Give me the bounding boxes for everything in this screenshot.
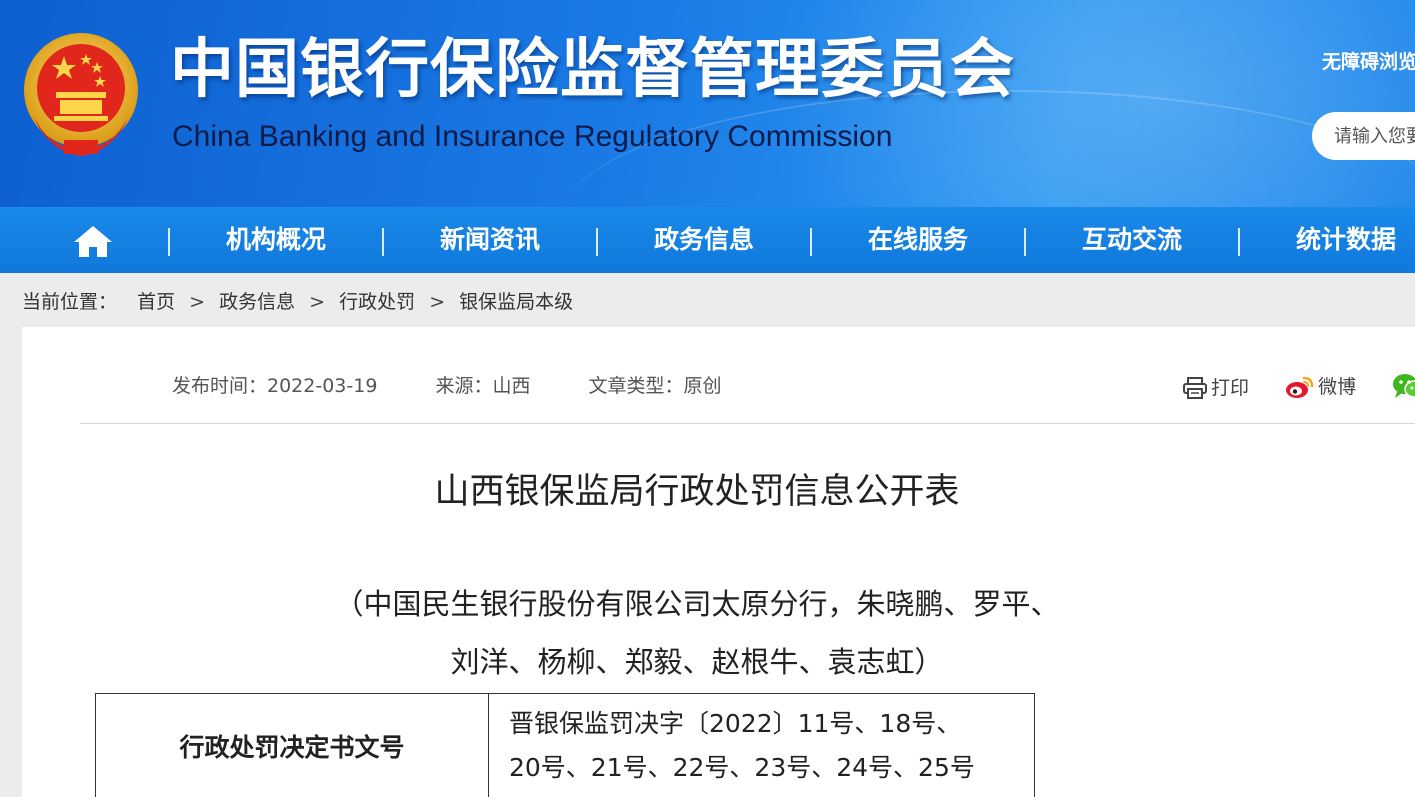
article-source: 来源：山西 — [435, 375, 531, 397]
nav-item-news[interactable]: 新闻资讯 — [383, 207, 597, 273]
breadcrumb-label: 当前位置： — [22, 291, 118, 313]
table-row: 行政处罚决定书文号 晋银保监罚决字〔2022〕11号、18号、 20号、21号、… — [95, 693, 1035, 797]
wechat-share-button[interactable]: 微信 — [1392, 369, 1415, 403]
weibo-label: 微博 — [1318, 376, 1357, 398]
weibo-share-button[interactable]: 微博 — [1285, 370, 1356, 404]
breadcrumb: 当前位置： 首页 > 政务信息 > 行政处罚 > 银保监局本级 — [22, 285, 573, 319]
decision-number-line: 晋银保监罚决字〔2022〕11号、18号、 — [509, 708, 962, 738]
article-type: 文章类型：原创 — [588, 375, 722, 397]
nav-item-about[interactable]: 机构概况 — [169, 207, 383, 273]
printer-icon — [1183, 377, 1207, 399]
decision-number-line: 20号、21号、22号、23号、24号、25号 — [509, 752, 975, 782]
site-title-cn: 中国银行保险监督管理委员会 — [170, 33, 1015, 107]
breadcrumb-current[interactable]: 银保监局本级 — [459, 285, 573, 319]
breadcrumb-separator: > — [189, 291, 206, 313]
table-value-cell: 晋银保监罚决字〔2022〕11号、18号、 20号、21号、22号、23号、24… — [488, 693, 1035, 797]
header-banner: 中国银行保险监督管理委员会 China Banking and Insuranc… — [0, 0, 1415, 207]
subtitle-line: 刘洋、杨柳、郑毅、赵根牛、袁志虹） — [450, 645, 944, 679]
national-emblem-icon — [24, 33, 138, 156]
breadcrumb-separator: > — [309, 291, 326, 313]
breadcrumb-home[interactable]: 首页 — [137, 285, 175, 319]
breadcrumb-penalties[interactable]: 行政处罚 — [339, 285, 415, 319]
weibo-icon — [1286, 376, 1314, 398]
accessibility-link[interactable]: 无障碍浏览 — [1322, 48, 1415, 76]
share-bar: 打印 微博 微信 — [1182, 369, 1415, 403]
breadcrumb-separator: > — [429, 291, 446, 313]
nav-item-online-services[interactable]: 在线服务 — [811, 207, 1025, 273]
penalty-info-table: 行政处罚决定书文号 晋银保监罚决字〔2022〕11号、18号、 20号、21号、… — [95, 693, 1035, 797]
subtitle-line: （中国民生银行股份有限公司太原分行，朱晓鹏、罗平、 — [334, 587, 1060, 621]
article-card: 发布时间：2022-03-19 来源：山西 文章类型：原创 打印 微博 山西银保… — [22, 327, 1415, 797]
publish-time: 发布时间：2022-03-19 — [172, 375, 378, 397]
article-subtitle: （中国民生银行股份有限公司太原分行，朱晓鹏、罗平、 刘洋、杨柳、郑毅、赵根牛、袁… — [22, 575, 1372, 691]
article-meta: 发布时间：2022-03-19 来源：山西 文章类型：原创 — [172, 369, 774, 403]
print-label: 打印 — [1211, 377, 1250, 399]
nav-item-government-info[interactable]: 政务信息 — [597, 207, 811, 273]
article-title: 山西银保监局行政处罚信息公开表 — [434, 472, 960, 512]
main-nav: 机构概况 新闻资讯 政务信息 在线服务 互动交流 统计数据 — [0, 207, 1415, 273]
wechat-icon — [1393, 374, 1415, 398]
breadcrumb-government-info[interactable]: 政务信息 — [219, 285, 295, 319]
nav-item-statistics[interactable]: 统计数据 — [1239, 207, 1415, 273]
search-input[interactable] — [1312, 112, 1415, 160]
table-header-cell: 行政处罚决定书文号 — [95, 693, 489, 797]
home-icon[interactable] — [72, 224, 114, 258]
print-button[interactable]: 打印 — [1182, 371, 1249, 405]
nav-item-interaction[interactable]: 互动交流 — [1025, 207, 1239, 273]
site-title-en: China Banking and Insurance Regulatory C… — [172, 120, 893, 153]
meta-divider — [80, 423, 1415, 424]
